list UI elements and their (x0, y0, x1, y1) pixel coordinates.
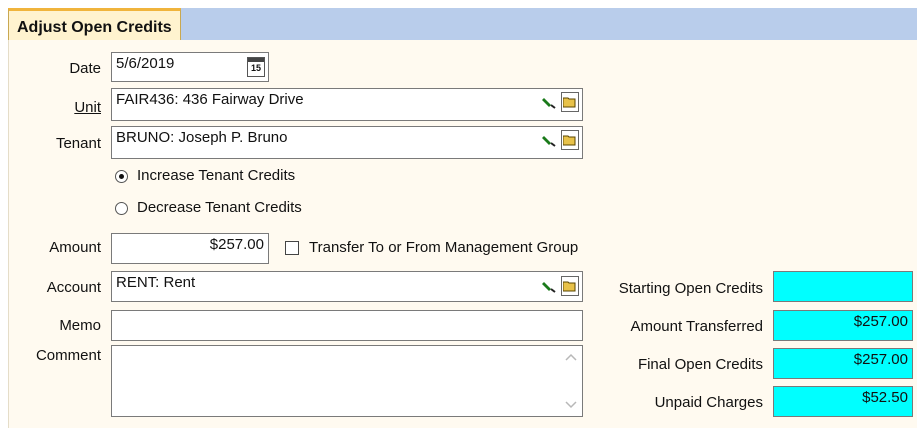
folder-open-icon[interactable] (561, 276, 579, 296)
memo-input[interactable] (111, 310, 583, 341)
folder-open-icon[interactable] (561, 130, 579, 150)
starting-open-credits-value (773, 271, 913, 302)
window: Adjust Open Credits Date 5/6/2019 15 Uni… (0, 0, 917, 430)
scroll-down-icon[interactable] (565, 401, 577, 409)
form-panel: Date 5/6/2019 15 Unit FAIR436: 436 Fairw… (8, 40, 917, 428)
unit-value: FAIR436: 436 Fairway Drive (116, 91, 304, 108)
date-value: 5/6/2019 (116, 55, 175, 72)
unpaid-charges-label: Unpaid Charges (654, 394, 763, 411)
scroll-up-icon[interactable] (565, 353, 577, 361)
tenant-value: BRUNO: Joseph P. Bruno (116, 129, 288, 146)
comment-label: Comment (35, 347, 101, 364)
account-field[interactable]: RENT: Rent (111, 271, 583, 302)
tenant-field[interactable]: BRUNO: Joseph P. Bruno (111, 126, 583, 159)
amount-transferred-label: Amount Transferred (630, 318, 763, 335)
amount-field[interactable]: $257.00 (111, 233, 269, 264)
amount-transferred-value: $257.00 (773, 310, 913, 341)
final-open-credits-value: $257.00 (773, 348, 913, 379)
tab-adjust-open-credits[interactable]: Adjust Open Credits (8, 8, 181, 40)
increase-credits-radio[interactable] (115, 170, 128, 183)
starting-open-credits-label: Starting Open Credits (618, 280, 763, 297)
decrease-credits-radio[interactable] (115, 202, 128, 215)
increase-credits-label[interactable]: Increase Tenant Credits (137, 167, 295, 184)
memo-label: Memo (59, 317, 101, 334)
calendar-icon[interactable]: 15 (247, 57, 265, 77)
unit-label: Unit (74, 99, 101, 116)
tenant-label: Tenant (55, 135, 101, 152)
account-value: RENT: Rent (116, 274, 196, 291)
flashlight-icon[interactable] (540, 92, 558, 112)
unit-field[interactable]: FAIR436: 436 Fairway Drive (111, 88, 583, 121)
date-label: Date (69, 60, 101, 77)
final-open-credits-label: Final Open Credits (637, 356, 763, 373)
decrease-credits-label[interactable]: Decrease Tenant Credits (137, 199, 302, 216)
comment-textarea[interactable] (111, 345, 583, 417)
folder-open-icon[interactable] (561, 92, 579, 112)
comment-scrollbar[interactable] (561, 347, 581, 415)
flashlight-icon[interactable] (540, 130, 558, 150)
unpaid-charges-value: $52.50 (773, 386, 913, 417)
account-label: Account (46, 279, 101, 296)
date-field[interactable]: 5/6/2019 15 (111, 52, 269, 82)
amount-value: $257.00 (209, 236, 264, 253)
transfer-checkbox[interactable] (285, 241, 299, 255)
transfer-label[interactable]: Transfer To or From Management Group (309, 239, 578, 256)
flashlight-icon[interactable] (540, 276, 558, 296)
amount-label: Amount (49, 239, 101, 256)
